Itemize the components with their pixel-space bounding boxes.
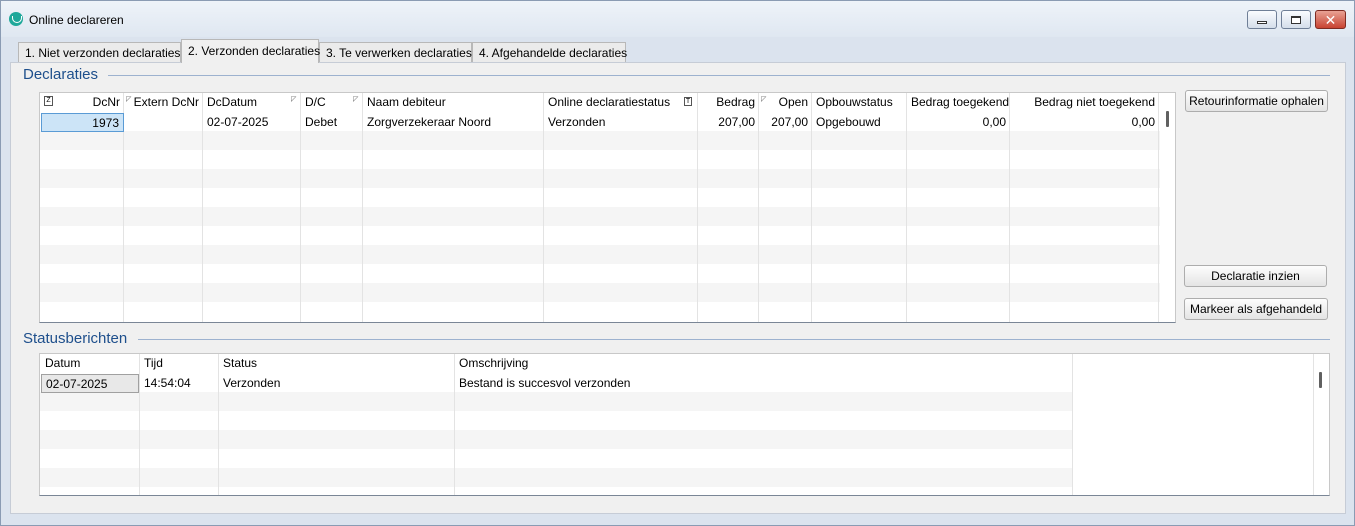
cell-extern-dcnr[interactable] bbox=[124, 113, 203, 132]
cell-status[interactable]: Verzonden bbox=[544, 113, 698, 132]
tab-verzonden[interactable]: 2. Verzonden declaraties bbox=[181, 39, 321, 63]
col-online-declaratiestatus[interactable]: Online declaratiestatus bbox=[544, 93, 698, 112]
grid-stripe bbox=[40, 169, 1160, 188]
app-heart-icon bbox=[9, 12, 23, 26]
col-dcnr[interactable]: DcNr bbox=[40, 93, 124, 112]
grid-stripe bbox=[40, 430, 1072, 449]
column-divider bbox=[1072, 354, 1073, 495]
section-divider bbox=[138, 339, 1330, 340]
tab-te-verwerken[interactable]: 3. Te verwerken declaraties bbox=[319, 42, 472, 63]
vertical-scrollbar[interactable] bbox=[1319, 372, 1322, 388]
tab-label: 2. Verzonden declaraties bbox=[188, 44, 321, 58]
cell-bedrag-toegekend[interactable]: 0,00 bbox=[907, 113, 1010, 132]
online-declareren-window: Online declareren ✕ 1. Niet verzonden de… bbox=[0, 0, 1355, 526]
cell-dcdatum[interactable]: 02-07-2025 bbox=[203, 113, 301, 132]
col-omschrijving[interactable]: Omschrijving bbox=[455, 354, 1072, 373]
col-opbouwstatus[interactable]: Opbouwstatus bbox=[812, 93, 907, 112]
statusberichten-grid[interactable]: Datum Tijd Status Omschrijving 02-07-202… bbox=[39, 353, 1330, 496]
grid-stripe bbox=[40, 283, 1160, 302]
statusberichten-section-title: Statusberichten bbox=[23, 330, 128, 347]
grid-stripe bbox=[40, 245, 1160, 264]
window-title: Online declareren bbox=[29, 13, 124, 27]
tab-niet-verzonden[interactable]: 1. Niet verzonden declaraties bbox=[18, 42, 181, 63]
col-status[interactable]: Status bbox=[219, 354, 454, 373]
section-divider bbox=[108, 75, 1330, 76]
retourinformatie-ophalen-button[interactable]: Retourinformatie ophalen bbox=[1185, 90, 1328, 112]
col-bedrag-niet-toegekend[interactable]: Bedrag niet toegekend bbox=[1010, 93, 1159, 112]
declaratie-inzien-button[interactable]: Declaratie inzien bbox=[1184, 265, 1327, 287]
filter-icon[interactable]: T bbox=[684, 97, 692, 106]
vertical-scrollbar[interactable] bbox=[1166, 111, 1169, 127]
minimize-button[interactable] bbox=[1247, 10, 1277, 29]
sort-indicator-icon: ◸ bbox=[291, 96, 297, 103]
maximize-icon bbox=[1291, 15, 1301, 24]
col-datum[interactable]: Datum bbox=[41, 354, 139, 373]
col-dcdatum[interactable]: DcDatum bbox=[203, 93, 301, 112]
cell-dc[interactable]: Debet bbox=[301, 113, 363, 132]
cell-datum[interactable]: 02-07-2025 bbox=[41, 374, 139, 393]
cell-omschrijving[interactable]: Bestand is succesvol verzonden bbox=[455, 374, 1072, 393]
grid-stripe bbox=[40, 392, 1072, 411]
col-bedrag-toegekend[interactable]: Bedrag toegekend bbox=[907, 93, 1010, 112]
col-extern-dcnr[interactable]: Extern DcNr bbox=[124, 93, 203, 112]
tab-label: 1. Niet verzonden declaraties bbox=[25, 46, 181, 60]
col-open[interactable]: Open bbox=[759, 93, 812, 112]
declaraties-section-title: Declaraties bbox=[23, 66, 99, 83]
grid-stripe bbox=[40, 131, 1160, 150]
col-tijd[interactable]: Tijd bbox=[140, 354, 218, 373]
col-naam-debiteur[interactable]: Naam debiteur bbox=[363, 93, 544, 112]
title-bar[interactable]: Online declareren ✕ bbox=[1, 1, 1354, 37]
cell-dcnr[interactable]: 1973 bbox=[41, 113, 124, 132]
cell-bedrag-niet-toegekend[interactable]: 0,00 bbox=[1010, 113, 1159, 132]
cell-bedrag[interactable]: 207,00 bbox=[698, 113, 759, 132]
close-icon: ✕ bbox=[1324, 11, 1337, 28]
tab-label: 3. Te verwerken declaraties bbox=[326, 46, 472, 60]
close-button[interactable]: ✕ bbox=[1315, 10, 1346, 29]
cell-naam-debiteur[interactable]: Zorgverzekeraar Noord bbox=[363, 113, 544, 132]
maximize-button[interactable] bbox=[1281, 10, 1311, 29]
minimize-icon bbox=[1257, 21, 1267, 24]
cell-status[interactable]: Verzonden bbox=[219, 374, 454, 393]
declaraties-grid[interactable]: Z DcNr ◸ Extern DcNr DcDatum ◸ D/C ◸ Naa… bbox=[39, 92, 1176, 323]
grid-stripe bbox=[40, 468, 1072, 487]
cell-opbouwstatus[interactable]: Opgebouwd bbox=[812, 113, 907, 132]
cell-tijd[interactable]: 14:54:04 bbox=[140, 374, 218, 393]
cell-open[interactable]: 207,00 bbox=[759, 113, 812, 132]
grid-stripe bbox=[40, 207, 1160, 226]
tab-label: 4. Afgehandelde declaraties bbox=[479, 46, 628, 60]
column-divider bbox=[1313, 354, 1314, 495]
col-bedrag[interactable]: Bedrag bbox=[698, 93, 759, 112]
markeer-als-afgehandeld-button[interactable]: Markeer als afgehandeld bbox=[1184, 298, 1328, 320]
sort-indicator-icon: ◸ bbox=[353, 96, 359, 103]
tab-afgehandeld[interactable]: 4. Afgehandelde declaraties bbox=[472, 42, 628, 63]
